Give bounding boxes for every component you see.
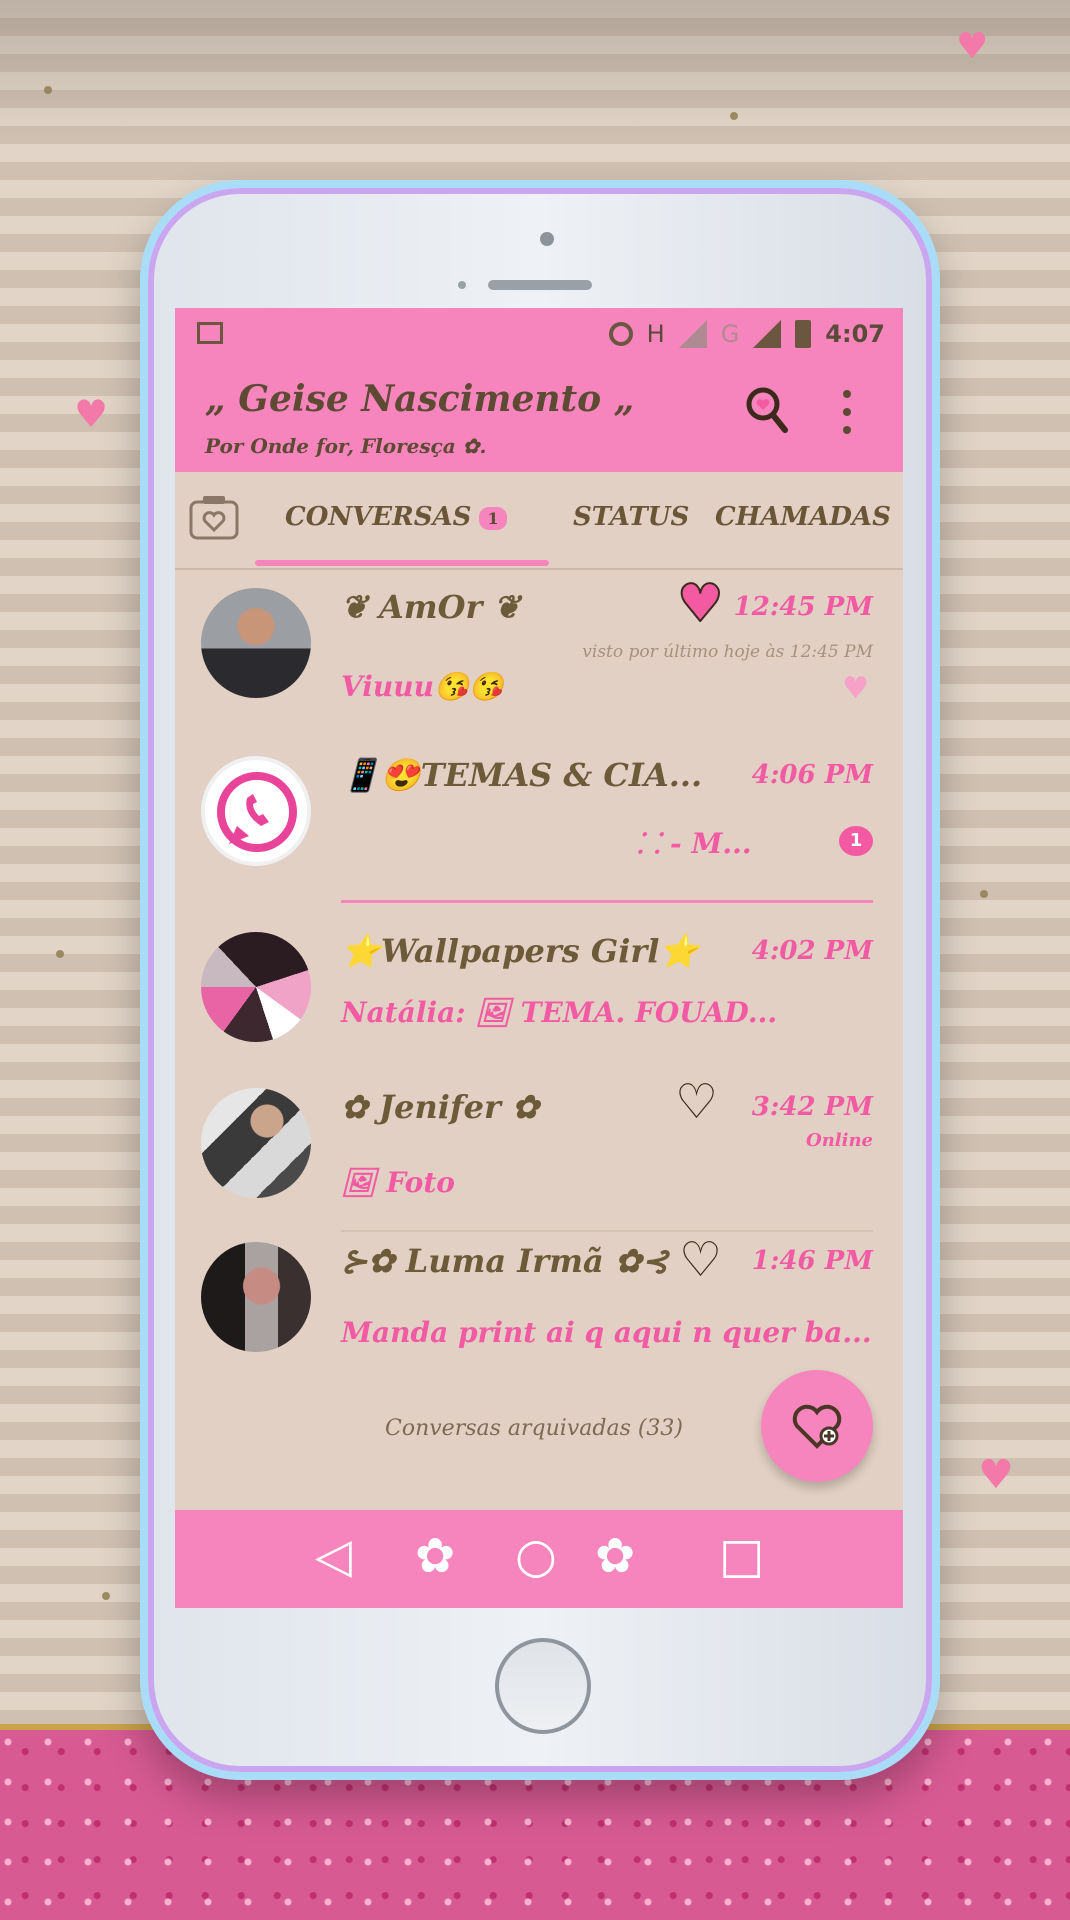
heart-icon: ♥ bbox=[956, 26, 989, 67]
chat-message: Manda print ai q aqui n quer ba... bbox=[341, 1316, 872, 1349]
chat-time: 4:06 PM bbox=[751, 760, 873, 790]
chat-time: 3:42 PM bbox=[751, 1092, 873, 1122]
chat-message: Natália: 🖼 TEMA. FOUAD... bbox=[341, 996, 778, 1029]
chat-item[interactable]: ⊱✿ Luma Irmã ✿⊰ ♡ 1:46 PM Manda print ai… bbox=[175, 1224, 903, 1380]
avatar[interactable] bbox=[201, 588, 311, 698]
tab-status[interactable]: STATUS bbox=[573, 502, 689, 532]
new-chat-button[interactable] bbox=[761, 1370, 873, 1482]
archived-chats-link[interactable]: Conversas arquivadas (33) bbox=[385, 1416, 683, 1441]
chat-item[interactable]: 📱😍TEMAS & CIA... 4:06 PM ⸬ - M... 1 bbox=[175, 738, 903, 894]
heart-outline-icon: ♡ bbox=[679, 1232, 723, 1288]
network-type-g: G bbox=[720, 320, 740, 348]
camera-icon[interactable] bbox=[189, 494, 239, 540]
heart-icon: ♥ bbox=[676, 574, 725, 634]
phone-screen: H G 4:07 „ Geise Nascimento „ Por Onde f… bbox=[175, 308, 903, 1608]
app-title: „ Geise Nascimento „ bbox=[205, 378, 635, 420]
chat-heart-icon bbox=[792, 1404, 842, 1449]
status-time: 4:07 bbox=[825, 320, 885, 348]
online-status: Online bbox=[806, 1130, 873, 1151]
chat-item[interactable]: ❦ AmOr ❦ ♥ 12:45 PM visto por último hoj… bbox=[175, 570, 903, 726]
heart-icon: ♥ bbox=[978, 1452, 1014, 1498]
back-icon[interactable]: ◁ bbox=[315, 1532, 352, 1580]
search-heart-icon[interactable] bbox=[745, 384, 789, 438]
earpiece-speaker bbox=[488, 280, 592, 290]
recording-icon bbox=[608, 322, 633, 346]
more-vert-icon[interactable] bbox=[843, 390, 853, 434]
avatar[interactable] bbox=[201, 932, 311, 1042]
chat-message: Viuuu😘😘 bbox=[341, 670, 504, 703]
chat-message: ⸬ - M... bbox=[637, 827, 752, 860]
confetti-dot bbox=[56, 950, 64, 958]
recents-icon[interactable]: □ bbox=[719, 1532, 764, 1580]
chat-time: 1:46 PM bbox=[751, 1246, 873, 1276]
unread-badge: 1 bbox=[479, 506, 507, 530]
navigation-bar: ◁ ✿ ○ ✿ □ bbox=[175, 1510, 903, 1608]
chat-time: 4:02 PM bbox=[751, 936, 873, 966]
front-camera bbox=[540, 232, 554, 246]
signal-icon bbox=[678, 320, 707, 348]
unread-count-badge: 1 bbox=[839, 826, 873, 856]
app-bar: „ Geise Nascimento „ Por Onde for, Flore… bbox=[175, 364, 903, 472]
home-button[interactable] bbox=[495, 1638, 591, 1734]
flower-icon: ✿ bbox=[595, 1528, 636, 1584]
chat-item[interactable]: ✿ Jenifer ✿ ♡ 3:42 PM Online 🖼 Foto bbox=[175, 1070, 903, 1226]
tab-bar: CONVERSAS 1 STATUS CHAMADAS bbox=[175, 472, 903, 570]
image-icon bbox=[197, 322, 223, 344]
chat-name: ✿ Jenifer ✿ bbox=[341, 1088, 539, 1126]
app-subtitle: Por Onde for, Floresça ✿. bbox=[205, 434, 487, 458]
heart-icon: ♥ bbox=[74, 392, 109, 436]
confetti-dot bbox=[730, 112, 738, 120]
chat-item[interactable]: ⭐Wallpapers Girl⭐ 4:02 PM Natália: 🖼 TEM… bbox=[175, 914, 903, 1070]
read-heart-icon: ♥ bbox=[842, 671, 869, 706]
chat-name: 📱😍TEMAS & CIA... bbox=[341, 756, 703, 794]
chat-time: 12:45 PM bbox=[733, 592, 873, 622]
chat-name: ⭐Wallpapers Girl⭐ bbox=[341, 932, 700, 970]
avatar[interactable] bbox=[201, 1088, 311, 1198]
tab-indicator bbox=[255, 560, 549, 566]
signal-icon bbox=[753, 320, 782, 348]
avatar[interactable] bbox=[201, 1242, 311, 1352]
last-seen: visto por último hoje às 12:45 PM bbox=[582, 642, 873, 662]
tab-chamadas[interactable]: CHAMADAS bbox=[715, 502, 891, 532]
chat-name: ❦ AmOr ❦ bbox=[341, 588, 521, 626]
confetti-dot bbox=[102, 1592, 110, 1600]
sensor-dot bbox=[458, 281, 466, 289]
tab-conversas[interactable]: CONVERSAS 1 bbox=[285, 502, 507, 532]
confetti-dot bbox=[980, 890, 988, 898]
chat-name: ⊱✿ Luma Irmã ✿⊰ bbox=[341, 1242, 669, 1280]
battery-icon bbox=[795, 320, 812, 348]
divider bbox=[341, 900, 873, 903]
chat-message: 🖼 Foto bbox=[341, 1166, 455, 1199]
wallpaper-shade bbox=[0, 0, 1070, 140]
avatar[interactable] bbox=[201, 756, 311, 866]
tab-conversas-label: CONVERSAS bbox=[285, 502, 472, 532]
flower-icon: ✿ bbox=[415, 1528, 456, 1584]
network-type-h: H bbox=[646, 320, 665, 348]
confetti-dot bbox=[44, 86, 52, 94]
heart-outline-icon: ♡ bbox=[675, 1074, 719, 1130]
status-bar: H G 4:07 bbox=[175, 308, 903, 364]
whatsapp-logo-icon bbox=[217, 772, 297, 852]
home-icon[interactable]: ○ bbox=[515, 1532, 557, 1580]
